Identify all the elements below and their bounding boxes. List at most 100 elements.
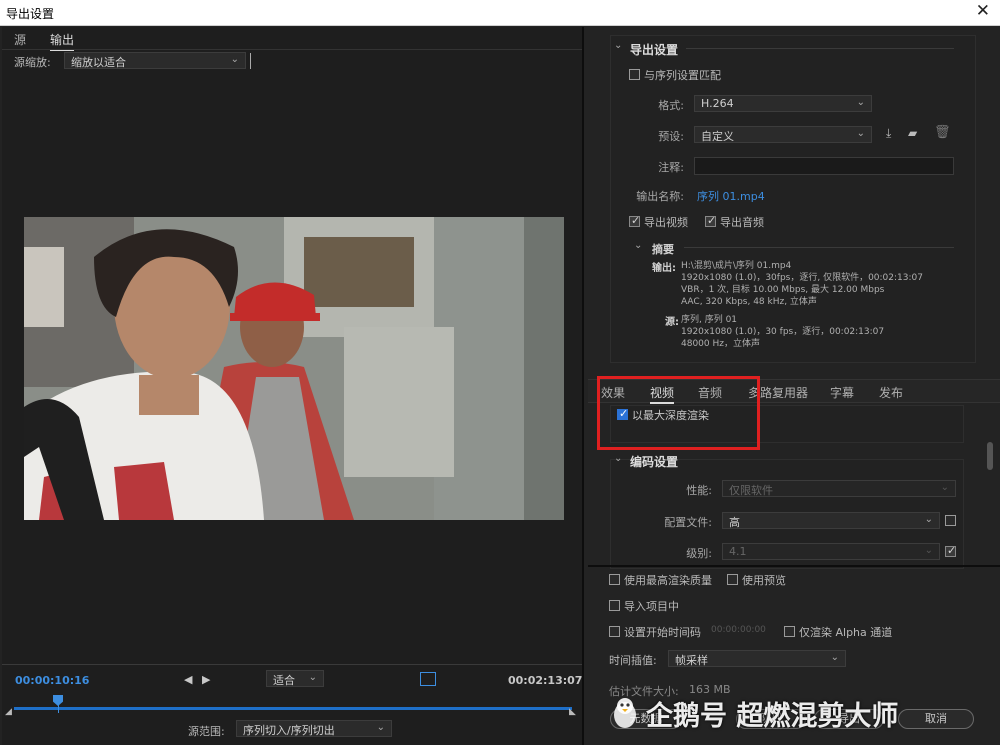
playhead-line [58,705,59,713]
tab-source[interactable]: 源 [14,31,26,48]
summary-output-line: VBR，1 次, 目标 10.00 Mbps, 最大 12.00 Mbps [681,285,885,295]
total-timecode: 00:02:13:07 [508,674,583,687]
import-project-label: 导入项目中 [624,600,679,613]
level-value: 4.1 [729,545,747,558]
in-point-icon[interactable]: ◢ [5,707,12,717]
chevron-down-icon: ⌄ [940,482,949,493]
format-dropdown[interactable]: H.264 ⌄ [694,95,872,112]
scale-label: 源缩放: [14,56,51,69]
chevron-down-icon[interactable]: ⌄ [634,240,642,251]
mark-in-icon[interactable]: ◀ [184,673,192,686]
mark-out-icon[interactable]: ▶ [202,673,210,686]
summary-output-block: H:\混剪\成片\序列 01.mp4 1920x1080 (1.0)，30fps… [681,260,981,308]
fit-value: 适合 [273,674,295,687]
source-range-value: 序列切入/序列切出 [243,724,335,737]
tab-publish[interactable]: 发布 [879,384,903,401]
divider [684,247,954,248]
start-timecode-value[interactable]: 00:00:00:00 [711,625,766,635]
level-dropdown[interactable]: 4.1 ⌄ [722,543,940,560]
summary-output-label: 输出: [652,263,676,274]
video-frame-image [24,217,564,520]
comment-input[interactable] [694,157,954,175]
summary-output-line: AAC, 320 Kbps, 48 kHz, 立体声 [681,297,817,307]
summary-source-line: 序列, 序列 01 [681,315,738,325]
encode-settings-title: 编码设置 [630,455,679,469]
interpolation-dropdown[interactable]: 帧采样 ⌄ [668,650,846,667]
chevron-down-icon: ⌄ [308,672,317,683]
scrollbar-thumb[interactable] [987,442,993,470]
start-timecode-checkbox[interactable] [609,626,620,637]
chevron-down-icon: ⌄ [924,514,933,525]
source-range-dropdown[interactable]: 序列切入/序列切出 ⌄ [236,720,392,737]
match-sequence-label: 与序列设置匹配 [644,69,721,82]
chevron-down-icon: ⌄ [376,722,385,733]
format-value: H.264 [701,97,734,110]
preset-label: 预设: [658,130,684,143]
profile-checkbox[interactable] [945,515,956,526]
comment-label: 注释: [658,161,684,174]
summary-title: 摘要 [652,243,674,256]
export-audio-label: 导出音频 [720,216,764,229]
interpolation-value: 帧采样 [675,654,708,667]
divider [2,49,582,50]
summary-source-block: 序列, 序列 01 1920x1080 (1.0)，30 fps，逐行，00:0… [681,314,981,350]
cursor-mark [250,53,251,69]
import-project-checkbox[interactable] [609,600,620,611]
penguin-logo-icon [610,696,640,730]
title-bar: 导出设置 ✕ [0,0,1000,26]
performance-dropdown[interactable]: 仅限软件 ⌄ [722,480,956,497]
timeline-bar[interactable] [14,707,572,710]
video-preview [24,217,564,520]
export-audio-checkbox[interactable] [705,214,716,227]
chevron-down-icon: ⌄ [924,545,933,556]
max-quality-checkbox[interactable] [609,574,620,585]
format-label: 格式: [658,99,684,112]
summary-output-line: 1920x1080 (1.0)，30fps，逐行, 仅限软件，00:02:13:… [681,273,923,283]
level-checkbox[interactable] [945,544,956,557]
performance-value: 仅限软件 [729,484,773,497]
output-name-link[interactable]: 序列 01.mp4 [697,188,765,204]
source-range-label: 源范围: [188,725,225,738]
export-video-label: 导出视频 [644,216,688,229]
current-timecode[interactable]: 00:00:10:16 [15,674,89,687]
preset-value: 自定义 [701,130,734,143]
aspect-toggle-icon[interactable] [420,672,436,686]
chevron-down-icon: ⌄ [856,128,865,139]
delete-preset-icon[interactable]: 🗑 [934,125,951,140]
save-preset-icon[interactable]: ⤓ [886,126,891,141]
alpha-only-label: 仅渲染 Alpha 通道 [799,626,893,639]
out-point-icon[interactable]: ◣ [569,707,576,717]
import-preset-icon[interactable]: ▰ [908,126,917,140]
fit-dropdown[interactable]: 适合 ⌄ [266,670,324,687]
start-timecode-label: 设置开始时间码 [624,626,701,639]
profile-dropdown[interactable]: 高 ⌄ [722,512,940,529]
window-title: 导出设置 [6,7,55,21]
scale-dropdown[interactable]: 缩放以适合 ⌄ [64,52,246,69]
highlight-box [597,376,760,450]
divider [588,565,1000,567]
tab-captions[interactable]: 字幕 [830,384,854,401]
chevron-down-icon[interactable]: ⌄ [614,40,622,51]
summary-source-label: 源: [665,317,679,328]
max-quality-label: 使用最高渲染质量 [624,574,712,587]
match-sequence-checkbox[interactable] [629,69,640,80]
chevron-down-icon: ⌄ [830,652,839,663]
performance-label: 性能: [686,484,712,497]
close-icon[interactable]: ✕ [976,1,990,21]
divider [686,48,954,49]
tab-output[interactable]: 输出 [50,31,75,51]
chevron-down-icon[interactable]: ⌄ [614,453,622,464]
settings-panel: ⌄ 导出设置 与序列设置匹配 格式: H.264 ⌄ 预设: 自定义 ⌄ ⤓ ▰… [588,27,1000,745]
level-label: 级别: [686,547,712,560]
alpha-only-checkbox[interactable] [784,626,795,637]
chevron-down-icon: ⌄ [856,97,865,108]
use-preview-checkbox[interactable] [727,574,738,585]
summary-output-line: H:\混剪\成片\序列 01.mp4 [681,261,792,271]
export-video-checkbox[interactable] [629,214,640,227]
preset-dropdown[interactable]: 自定义 ⌄ [694,126,872,143]
export-settings-title: 导出设置 [630,43,679,57]
profile-value: 高 [729,516,740,529]
scale-value: 缩放以适合 [71,56,126,69]
chevron-down-icon: ⌄ [230,54,239,65]
interpolation-label: 时间插值: [609,654,657,667]
